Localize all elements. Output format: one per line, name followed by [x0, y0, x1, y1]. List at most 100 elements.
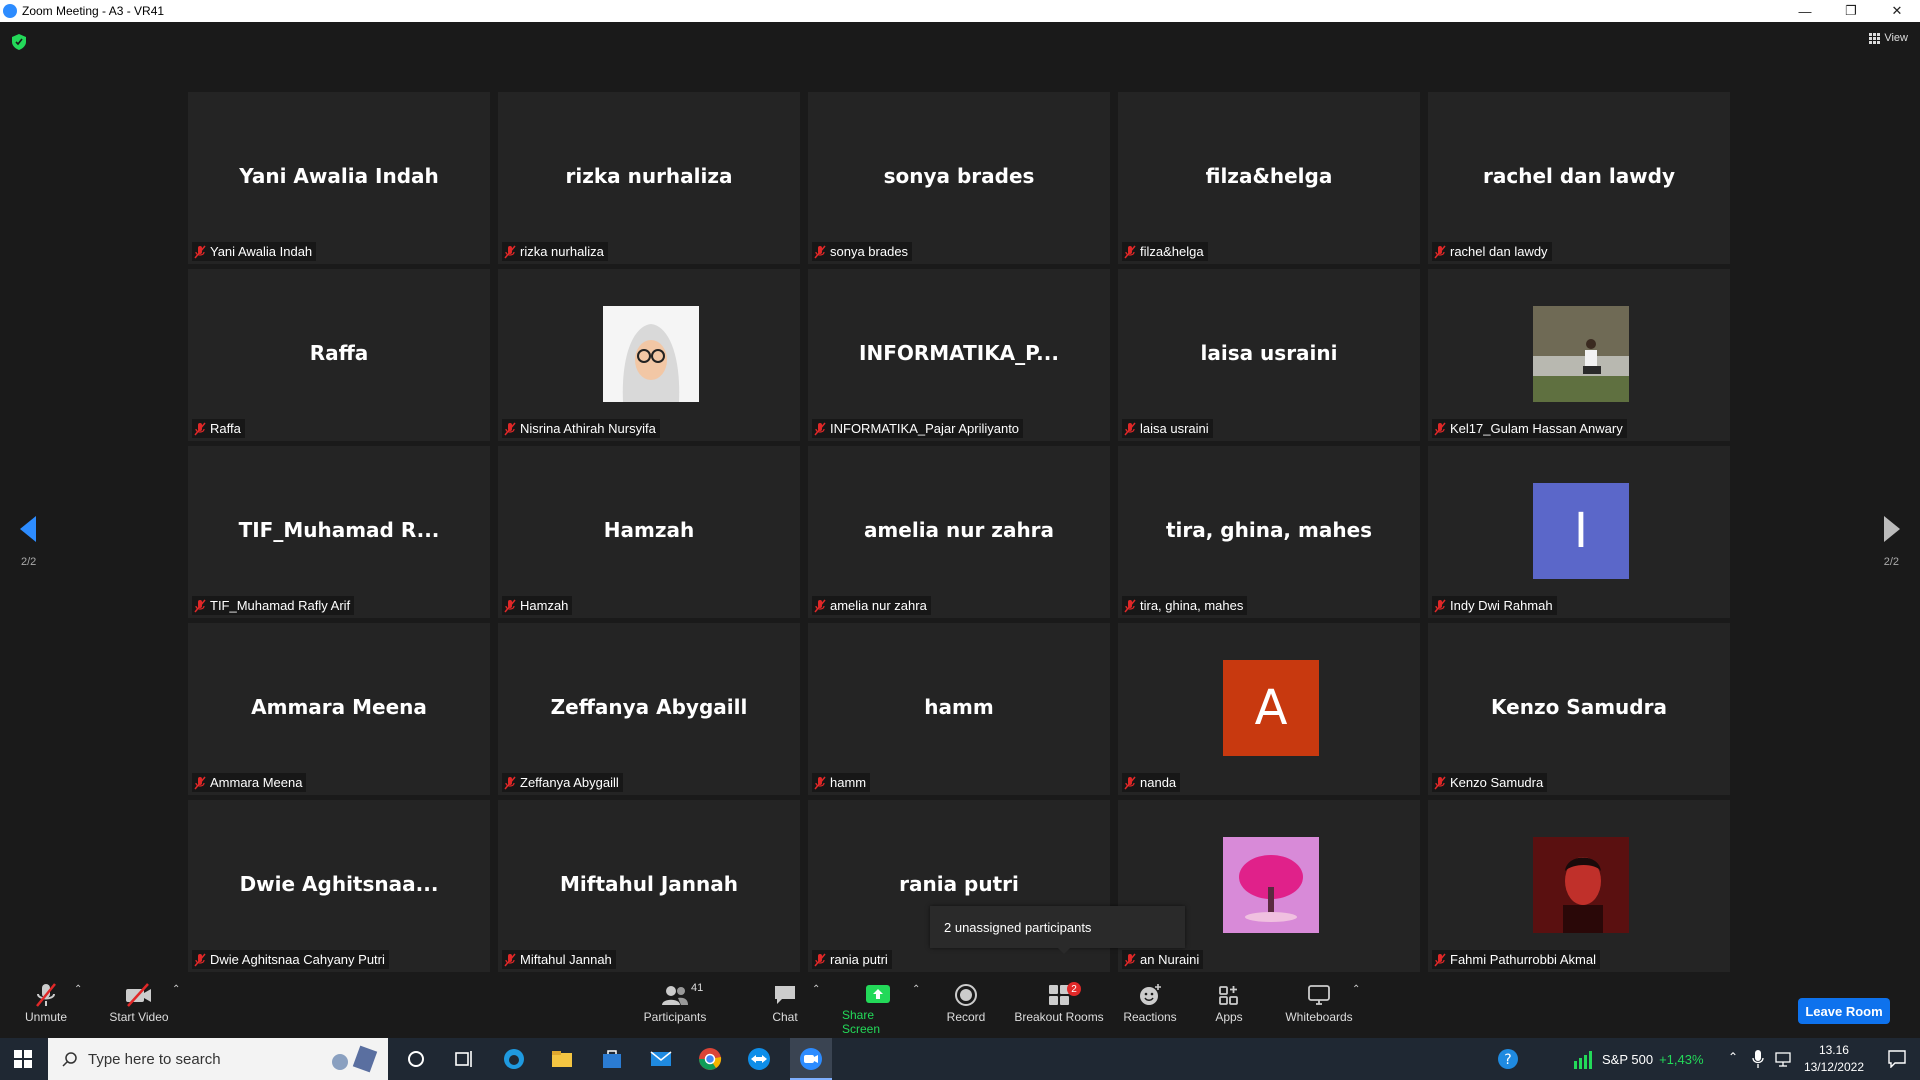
view-button[interactable]: View [1869, 32, 1908, 44]
chat-button[interactable]: Chat [768, 980, 802, 1036]
share-options-caret-icon[interactable]: ⌃ [912, 984, 920, 995]
participant-name: amelia nur zahra [830, 598, 927, 613]
next-page-arrow-icon[interactable] [1882, 514, 1902, 544]
participants-button[interactable]: 41 Participants [640, 980, 710, 1036]
windows-taskbar: Type here to search ? S&P 500 +1,43% ⌃ 1… [0, 1038, 1920, 1080]
chat-label: Chat [772, 1010, 798, 1024]
store-icon[interactable] [598, 1045, 626, 1073]
stock-widget[interactable]: S&P 500 +1,43% [1572, 1038, 1704, 1080]
participant-name: Yani Awalia Indah [210, 244, 313, 259]
chrome-icon[interactable] [696, 1045, 724, 1073]
reactions-button[interactable]: Reactions [1123, 980, 1177, 1036]
file-explorer-icon[interactable] [548, 1045, 576, 1073]
participant-name-label: laisa usraini [1122, 419, 1213, 438]
participant-name: Fahmi Pathurrobbi Akmal [1450, 952, 1596, 967]
mail-icon[interactable] [647, 1045, 675, 1073]
tray-expand-caret-icon[interactable]: ⌃ [1728, 1050, 1738, 1064]
unassigned-participants-popup[interactable]: 2 unassigned participants [930, 906, 1185, 954]
video-options-caret-icon[interactable]: ⌃ [172, 984, 180, 995]
participant-tile[interactable]: Dwie Aghitsnaa... Dwie Aghitsnaa Cahyany … [188, 800, 490, 972]
notification-center-icon[interactable] [1888, 1050, 1906, 1068]
breakout-rooms-badge: 2 [1067, 982, 1081, 996]
participant-name-label: Fahmi Pathurrobbi Akmal [1432, 950, 1600, 969]
participant-tile[interactable]: rizka nurhaliza rizka nurhaliza [498, 92, 800, 264]
start-video-button[interactable]: Start Video [106, 980, 172, 1036]
participant-tile[interactable]: Yani Awalia Indah Yani Awalia Indah [188, 92, 490, 264]
video-grid: Yani Awalia Indah Yani Awalia Indah rizka … [188, 92, 1733, 974]
muted-mic-icon [194, 245, 206, 258]
participant-tile[interactable]: laisa usraini laisa usraini [1118, 269, 1420, 441]
audio-options-caret-icon[interactable]: ⌃ [74, 984, 82, 995]
stock-chart-icon [1574, 1051, 1592, 1069]
participant-tile[interactable]: INFORMATIKA_P... INFORMATIKA_Pajar Aprili… [808, 269, 1110, 441]
stock-name: S&P 500 [1602, 1051, 1654, 1067]
muted-mic-icon [814, 776, 826, 789]
minimize-button[interactable]: — [1782, 0, 1828, 22]
participant-name-label: INFORMATIKA_Pajar Apriliyanto [812, 419, 1024, 438]
participant-tile[interactable]: amelia nur zahra amelia nur zahra [808, 446, 1110, 618]
participant-name-label: TIF_Muhamad Rafly Arif [192, 596, 355, 615]
apps-button[interactable]: Apps [1214, 980, 1244, 1036]
participant-tile[interactable]: Nisrina Athirah Nursyifa [498, 269, 800, 441]
previous-page-arrow-icon[interactable] [18, 514, 38, 544]
view-label: View [1884, 32, 1908, 44]
participant-tile[interactable]: tira, ghina, mahes tira, ghina, mahes [1118, 446, 1420, 618]
close-button[interactable]: ✕ [1874, 0, 1920, 22]
unmute-button[interactable]: Unmute [22, 980, 70, 1036]
whiteboards-button[interactable]: Whiteboards [1284, 980, 1354, 1036]
participant-tile[interactable]: Zeffanya Abygaill Zeffanya Abygaill [498, 623, 800, 795]
muted-mic-icon [1434, 599, 1446, 612]
muted-mic-icon [504, 953, 516, 966]
taskbar-clock[interactable]: 13.16 13/12/2022 [1804, 1042, 1864, 1076]
record-button[interactable]: Record [946, 980, 986, 1036]
leave-room-button[interactable]: Leave Room [1798, 998, 1890, 1024]
clock-time: 13.16 [1818, 1043, 1849, 1057]
stock-change: +1,43% [1659, 1051, 1704, 1067]
chat-icon [775, 986, 795, 1004]
taskbar-search-box[interactable]: Type here to search [48, 1038, 388, 1080]
zoom-taskbar-button[interactable] [790, 1038, 832, 1080]
apps-label: Apps [1215, 1010, 1243, 1024]
network-icon[interactable] [1774, 1051, 1792, 1067]
participant-tile[interactable]: I Indy Dwi Rahmah [1428, 446, 1730, 618]
share-screen-icon [866, 985, 890, 1003]
participant-tile[interactable]: filza&helga filza&helga [1118, 92, 1420, 264]
participant-tile[interactable]: Kenzo Samudra Kenzo Samudra [1428, 623, 1730, 795]
participant-tile[interactable]: Kel17_Gulam Hassan Anwary [1428, 269, 1730, 441]
teamviewer-icon[interactable] [745, 1045, 773, 1073]
shield-icon[interactable] [12, 34, 26, 50]
participant-name: INFORMATIKA_Pajar Apriliyanto [830, 421, 1020, 436]
participant-tile[interactable]: Miftahul Jannah Miftahul Jannah [498, 800, 800, 972]
participant-tile[interactable]: sonya brades sonya brades [808, 92, 1110, 264]
participant-tile[interactable]: rachel dan lawdy rachel dan lawdy [1428, 92, 1730, 264]
participant-name: filza&helga [1140, 244, 1204, 259]
muted-mic-icon [814, 245, 826, 258]
breakout-rooms-button[interactable]: 2 Breakout Rooms [1014, 980, 1104, 1036]
cortana-icon[interactable] [402, 1045, 430, 1073]
participant-tile[interactable]: Hamzah Hamzah [498, 446, 800, 618]
participant-display-name: rachel dan lawdy [1482, 164, 1676, 188]
microphone-tray-icon[interactable] [1752, 1050, 1764, 1068]
whiteboards-options-caret-icon[interactable]: ⌃ [1352, 984, 1360, 995]
restore-button[interactable]: ❐ [1828, 0, 1874, 22]
help-icon[interactable]: ? [1496, 1047, 1520, 1071]
participant-display-name: INFORMATIKA_P... [859, 341, 1059, 365]
participant-tile[interactable]: TIF_Muhamad R... TIF_Muhamad Rafly Arif [188, 446, 490, 618]
participant-tile[interactable]: Raffa Raffa [188, 269, 490, 441]
windows-start-icon[interactable] [14, 1050, 32, 1068]
start-video-label: Start Video [109, 1010, 169, 1024]
chat-options-caret-icon[interactable]: ⌃ [812, 984, 820, 995]
muted-mic-icon [1434, 953, 1446, 966]
participant-display-name: Yani Awalia Indah [239, 164, 439, 188]
participant-tile[interactable]: Ammara Meena Ammara Meena [188, 623, 490, 795]
participant-tile[interactable]: Fahmi Pathurrobbi Akmal [1428, 800, 1730, 972]
task-view-icon[interactable] [450, 1045, 478, 1073]
window-titlebar: Zoom Meeting - A3 - VR41 — ❐ ✕ [0, 0, 1920, 22]
participant-tile[interactable]: hamm hamm [808, 623, 1110, 795]
share-screen-button[interactable]: Share Screen [842, 980, 914, 1036]
participant-name-label: Kel17_Gulam Hassan Anwary [1432, 419, 1627, 438]
edge-browser-icon[interactable] [500, 1045, 528, 1073]
participant-name: rachel dan lawdy [1450, 244, 1548, 259]
participant-tile[interactable]: Ananda [1118, 623, 1420, 795]
participant-name-label: Kenzo Samudra [1432, 773, 1548, 792]
